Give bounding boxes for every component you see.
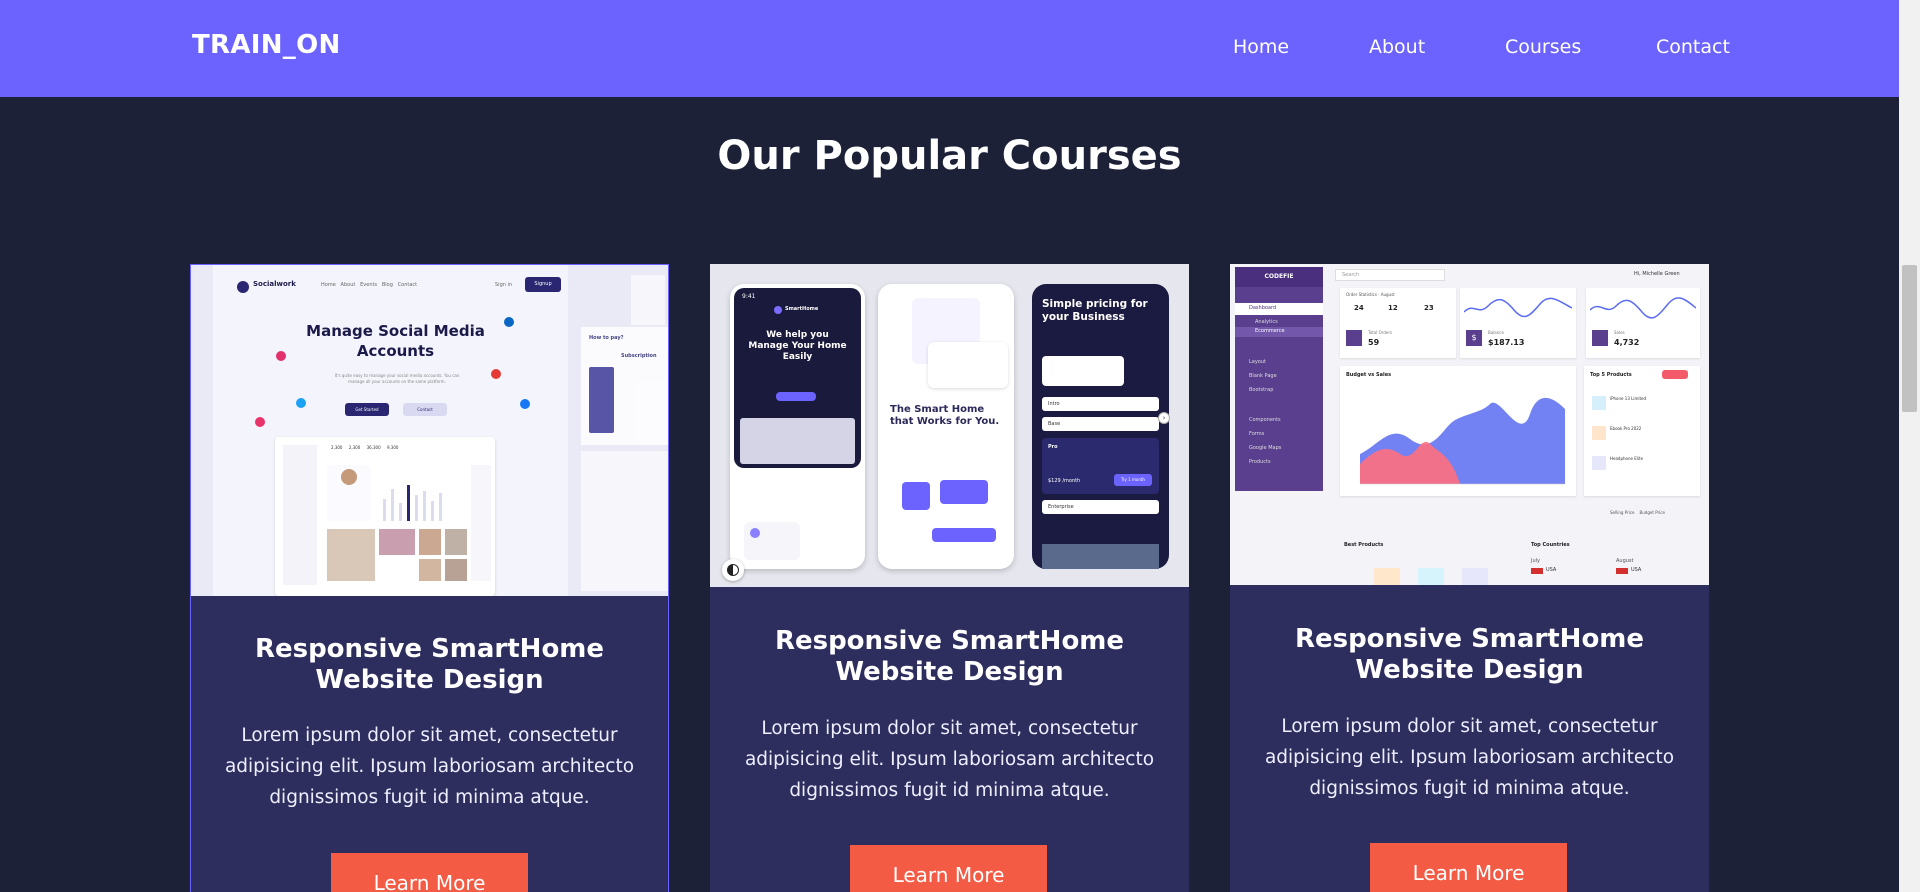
avatar xyxy=(341,469,357,485)
facebook-icon xyxy=(520,399,530,409)
pinterest-icon xyxy=(255,417,265,427)
course-title: Responsive SmartHome Website Design xyxy=(1294,624,1645,685)
course-title: Responsive SmartHome Website Design xyxy=(774,626,1125,687)
bag-icon xyxy=(1592,330,1608,346)
course-card[interactable]: Socialwork Home About Events Blog Contac… xyxy=(190,264,669,892)
mockup-dashboard: 2,300 2,300 36,300 9,300 xyxy=(275,437,495,596)
plan-pro: Pro $129 /month Try 1 month xyxy=(1042,438,1159,494)
mockup-signup: Signup xyxy=(525,277,561,292)
usa-flag-icon xyxy=(1616,568,1628,574)
course-card[interactable]: 9:41 SmartHome We help you Manage Your H… xyxy=(710,264,1189,892)
nav-links: Home About Courses Contact xyxy=(0,36,1899,66)
phone-mockup: Simple pricing for your Business Intro B… xyxy=(1032,284,1169,569)
phone-hero: We help you Manage Your Home Easily xyxy=(748,330,847,362)
ebook-icon xyxy=(1592,426,1606,440)
admin-sidebar: CODEFIE Dashboard Analytics Ecommerce La… xyxy=(1235,267,1323,491)
mockup-nav: Home About Events Blog Contact xyxy=(321,282,418,288)
phone-screen: 9:41 SmartHome We help you Manage Your H… xyxy=(734,288,861,468)
headphone-icon xyxy=(1592,456,1606,470)
admin-brand: CODEFIE xyxy=(1235,267,1323,287)
photo-tile xyxy=(445,559,467,581)
budget-sales-chart: Budget vs Sales xyxy=(1340,366,1576,496)
page-scrollbar[interactable] xyxy=(1899,0,1920,892)
mockup-comments xyxy=(471,465,491,581)
course-thumbnail: 9:41 SmartHome We help you Manage Your H… xyxy=(710,264,1189,587)
course-thumbnail: Socialwork Home About Events Blog Contac… xyxy=(191,265,668,596)
best-products-title: Best Products xyxy=(1344,542,1384,548)
top-products-panel: Top 5 Products iPhone 13 Limited Ebook P… xyxy=(1584,366,1700,496)
area-chart-svg xyxy=(1360,397,1565,485)
balance-sparkline xyxy=(1464,297,1572,318)
top-navbar: TRAIN_ON Home About Courses Contact xyxy=(0,0,1899,97)
top-countries-title: Top Countries xyxy=(1531,542,1570,548)
phone-mid-title: The Smart Home that Works for You. xyxy=(890,404,1000,427)
carousel-next-icon[interactable]: › xyxy=(1158,412,1170,424)
lightbulb-icon xyxy=(902,482,930,510)
twitter-icon xyxy=(296,398,306,408)
plan-row: Base xyxy=(1042,417,1159,431)
course-description: Lorem ipsum dolor sit amet, consectetur … xyxy=(224,725,635,808)
admin-user: Hi, Michelle Green xyxy=(1634,271,1680,277)
learn-more-button[interactable]: Learn More xyxy=(850,845,1047,892)
course-card[interactable]: CODEFIE Dashboard Analytics Ecommerce La… xyxy=(1230,264,1709,892)
mockup-signin: Sign in xyxy=(495,282,513,288)
instagram-icon xyxy=(276,351,286,361)
photo-tile xyxy=(419,559,441,581)
admin-search: Search xyxy=(1335,269,1445,281)
learn-more-button[interactable]: Learn More xyxy=(331,853,528,892)
mockup-headline: Manage Social Media Accounts xyxy=(306,322,485,360)
nav-courses-link[interactable]: Courses xyxy=(1505,36,1581,58)
phone-mockup: 9:41 SmartHome We help you Manage Your H… xyxy=(730,284,865,569)
sales-sparkline xyxy=(1590,297,1696,319)
phone-gallery xyxy=(740,418,855,464)
mockup-footer-panel xyxy=(581,451,668,591)
mockup-brand: Socialwork xyxy=(253,280,296,288)
learn-more-button[interactable]: Learn More xyxy=(1370,843,1567,892)
stat-card: Order Statistics · August 24 12 23 Total… xyxy=(1340,288,1456,358)
nav-about-link[interactable]: About xyxy=(1369,36,1425,58)
pricing-title: Simple pricing for your Business xyxy=(1042,298,1148,323)
youtube-icon xyxy=(491,369,501,379)
phone-icon xyxy=(1592,396,1606,410)
course-description: Lorem ipsum dolor sit amet, consectetur … xyxy=(744,718,1155,801)
theme-toggle-icon[interactable] xyxy=(722,559,744,581)
mockup-cta: Get Started xyxy=(345,403,389,416)
nav-home-link[interactable]: Home xyxy=(1233,36,1289,58)
mockup-bars xyxy=(379,475,455,521)
dollar-icon: $ xyxy=(1466,330,1482,346)
mockup-sub: It's quite easy to manage your social me… xyxy=(334,373,460,384)
course-title: Responsive SmartHome Website Design xyxy=(254,634,605,695)
orders-icon xyxy=(1346,330,1362,346)
photo-tile xyxy=(445,529,467,555)
plan-row: Enterprise xyxy=(1042,500,1159,514)
usa-flag-icon xyxy=(1531,568,1543,574)
nav-contact-link[interactable]: Contact xyxy=(1656,36,1730,58)
plan-row: Intro xyxy=(1042,397,1159,411)
stat-card: $ Balance $187.13 xyxy=(1460,288,1576,358)
course-description: Lorem ipsum dolor sit amet, consectetur … xyxy=(1264,716,1675,799)
fingerprint-icon xyxy=(750,528,760,538)
mockup-profile-card xyxy=(327,465,371,521)
mockup-dash-stats: 2,300 2,300 36,300 9,300 xyxy=(331,445,399,450)
photo-tile xyxy=(419,529,441,555)
brand-icon xyxy=(237,281,249,293)
mockup-side-card xyxy=(631,275,665,325)
mockup-cta2: Contact xyxy=(403,403,447,416)
photo-tile xyxy=(327,529,375,581)
course-thumbnail: CODEFIE Dashboard Analytics Ecommerce La… xyxy=(1230,264,1709,585)
linkedin-icon xyxy=(504,317,514,327)
stat-card: Sales 4,732 xyxy=(1586,288,1700,358)
mockup-page: Socialwork Home About Events Blog Contac… xyxy=(213,265,568,596)
scrollbar-thumb[interactable] xyxy=(1902,265,1917,412)
photo-tile xyxy=(379,529,415,555)
chart-legend: Selling Price Budget Price xyxy=(1610,510,1665,515)
mockup-dash-sidebar xyxy=(283,445,317,585)
mockup-side-panel: How to pay? Subscription xyxy=(581,327,668,445)
section-title: Our Popular Courses xyxy=(717,133,1182,179)
app-logo-icon xyxy=(774,306,782,314)
phone-mockup: The Smart Home that Works for You. xyxy=(878,284,1014,569)
